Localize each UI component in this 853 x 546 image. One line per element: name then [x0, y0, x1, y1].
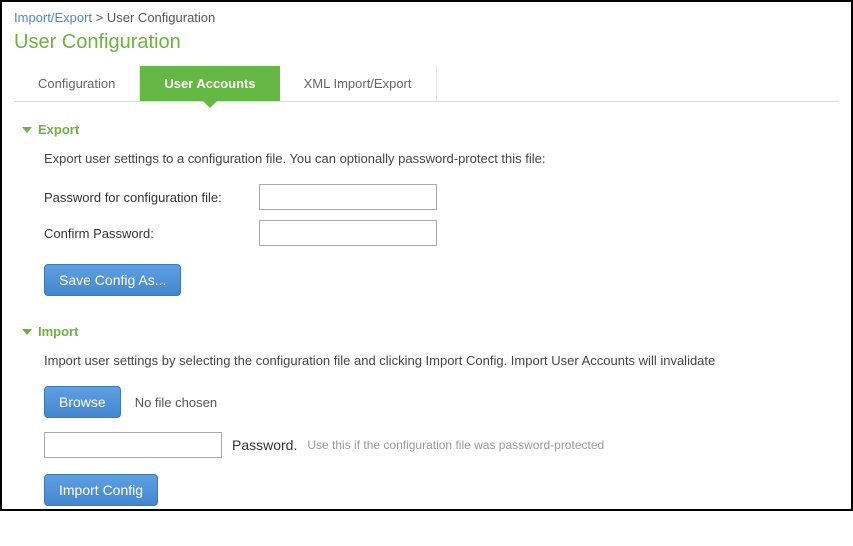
tab-user-accounts[interactable]: User Accounts	[140, 66, 279, 101]
export-section: Export Export user settings to a configu…	[22, 122, 839, 296]
breadcrumb: Import/Export > User Configuration	[14, 10, 839, 25]
browse-button[interactable]: Browse	[44, 386, 121, 418]
breadcrumb-sep: >	[96, 10, 104, 25]
import-config-button[interactable]: Import Config	[44, 474, 158, 506]
export-confirm-label: Confirm Password:	[44, 226, 259, 241]
breadcrumb-root-link[interactable]: Import/Export	[14, 10, 92, 25]
tab-xml-import-export[interactable]: XML Import/Export	[280, 66, 437, 101]
export-password-input[interactable]	[259, 184, 437, 210]
file-status: No file chosen	[135, 395, 217, 410]
import-description: Import user settings by selecting the co…	[44, 353, 839, 368]
import-section-toggle[interactable]: Import	[22, 324, 839, 339]
export-confirm-input[interactable]	[259, 220, 437, 246]
chevron-down-icon	[22, 329, 32, 335]
page-title: User Configuration	[14, 31, 839, 54]
export-description: Export user settings to a configuration …	[44, 151, 839, 166]
import-password-label: Password.	[232, 437, 297, 453]
import-heading: Import	[38, 324, 78, 339]
chevron-down-icon	[22, 127, 32, 133]
export-password-label: Password for configuration file:	[44, 190, 259, 205]
export-section-toggle[interactable]: Export	[22, 122, 839, 137]
export-heading: Export	[38, 122, 79, 137]
save-config-button[interactable]: Save Config As...	[44, 264, 181, 296]
tab-configuration[interactable]: Configuration	[14, 66, 140, 101]
tabs: Configuration User Accounts XML Import/E…	[14, 66, 839, 102]
import-section: Import Import user settings by selecting…	[22, 324, 839, 506]
breadcrumb-current: User Configuration	[107, 10, 215, 25]
import-password-hint: Use this if the configuration file was p…	[307, 438, 604, 452]
import-password-input[interactable]	[44, 432, 222, 458]
